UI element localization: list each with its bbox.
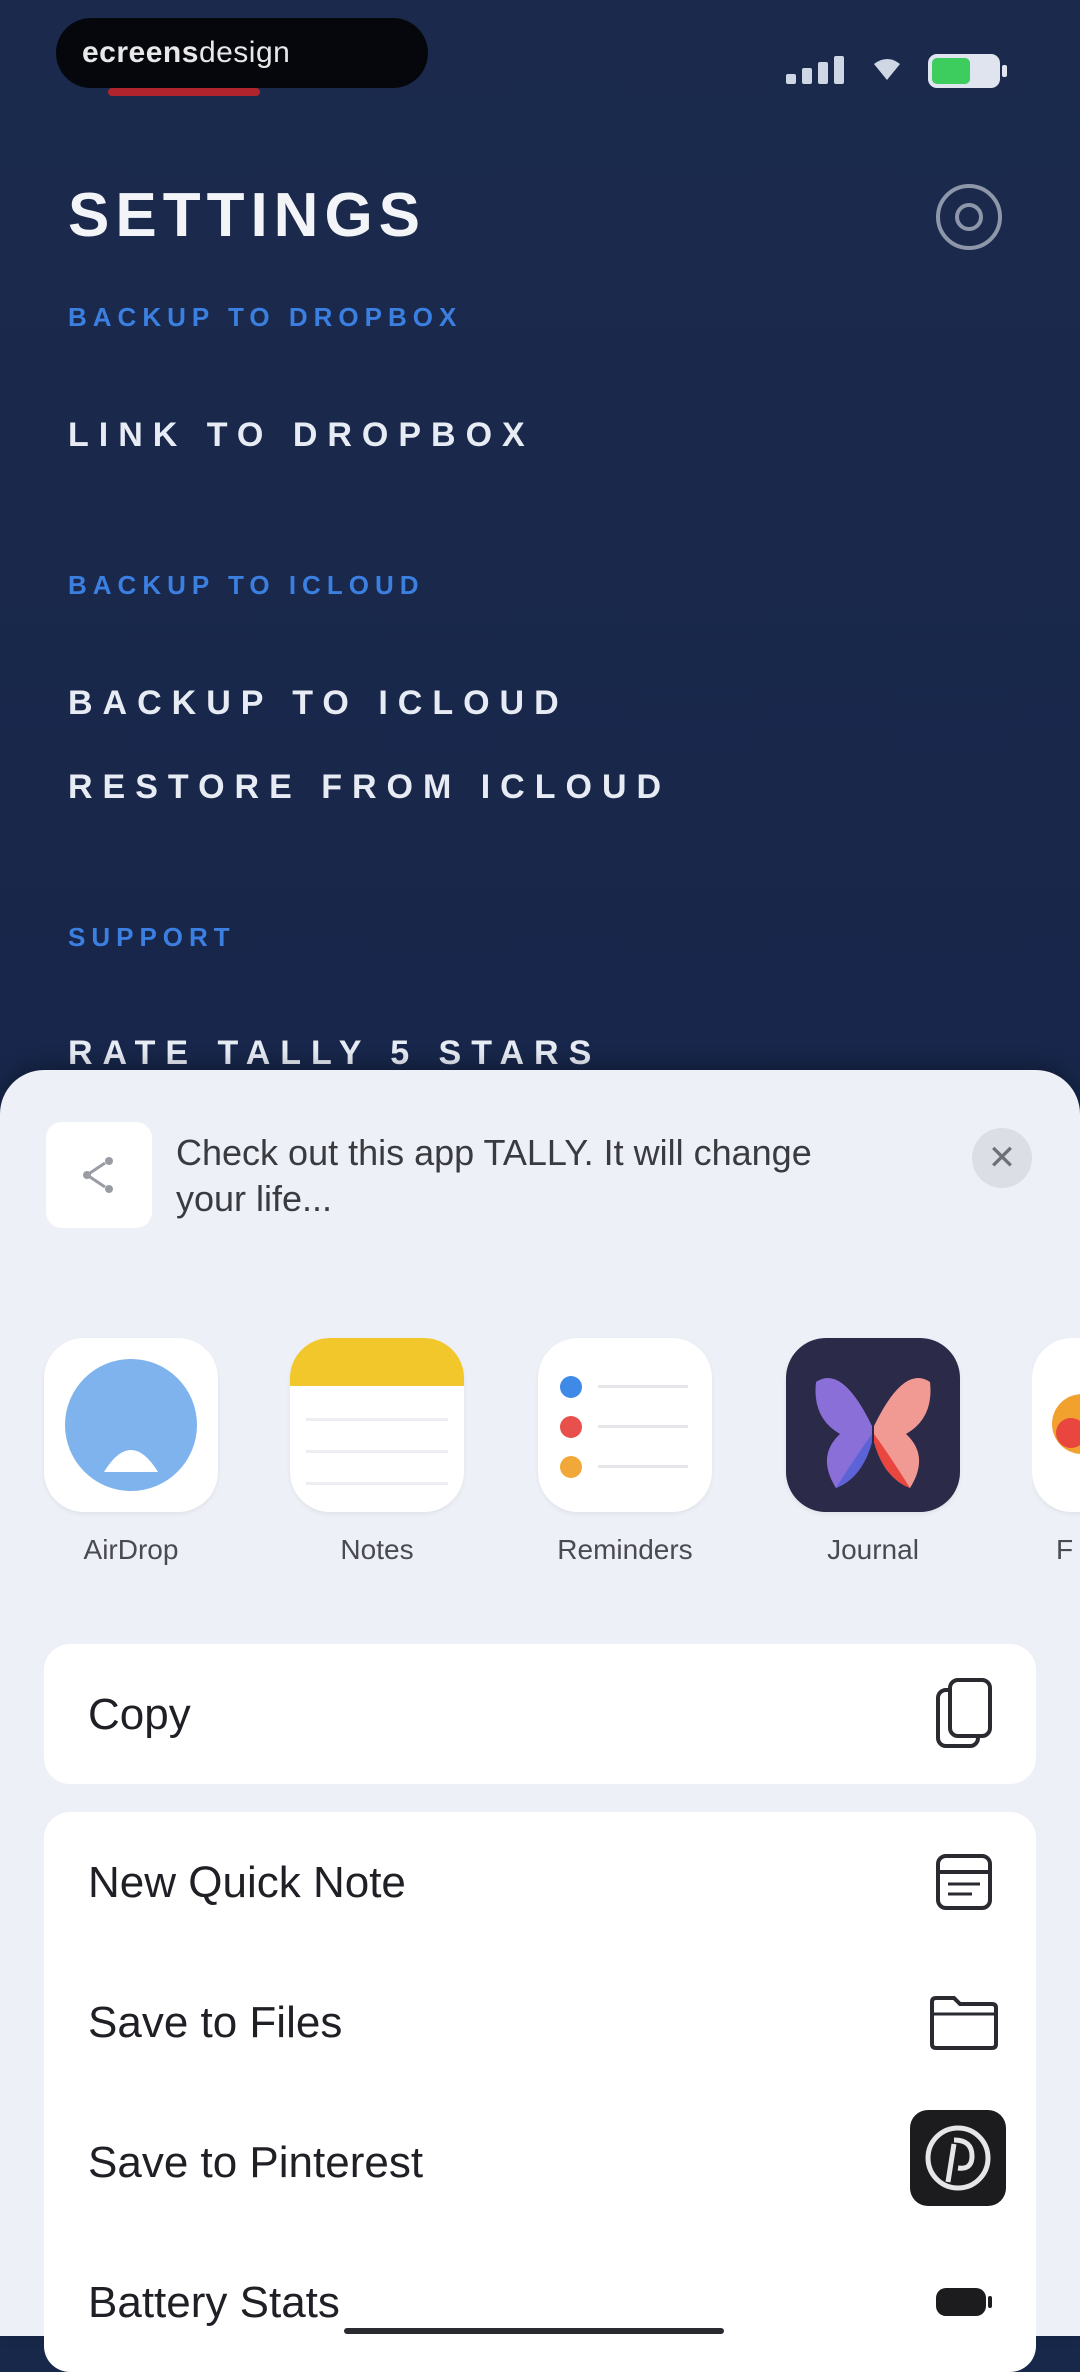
action-label: Save to Pinterest xyxy=(88,2138,424,2187)
wifi-icon xyxy=(874,59,900,80)
pill-brand-bold: ecreens xyxy=(82,36,199,69)
share-app-label: F xyxy=(1056,1534,1074,1565)
share-app-label: Notes xyxy=(340,1534,414,1565)
close-icon: ✕ xyxy=(987,1139,1017,1177)
progress-line xyxy=(344,2328,724,2334)
app-icon xyxy=(1032,1338,1080,1512)
cellular-signal-icon xyxy=(786,56,844,84)
pill-brand-light: design xyxy=(198,36,291,69)
share-message: Check out this app TALLY. It will change… xyxy=(176,1132,812,1219)
copy-icon xyxy=(922,1672,1006,1756)
share-app-label: Journal xyxy=(827,1534,919,1565)
share-app-notes[interactable]: Notes xyxy=(290,1338,464,1566)
copy-action[interactable]: Copy xyxy=(44,1644,1036,1784)
share-app-airdrop[interactable]: AirDrop xyxy=(44,1338,218,1566)
action-label: Save to Files xyxy=(88,1998,343,2047)
journal-icon xyxy=(786,1338,960,1512)
action-label: Copy xyxy=(88,1690,191,1739)
page-title: SETTINGS xyxy=(68,181,427,250)
action-label: New Quick Note xyxy=(88,1858,406,1907)
share-app-partial[interactable]: F xyxy=(1032,1338,1080,1566)
action-label: Battery Stats xyxy=(88,2278,340,2327)
pinterest-icon xyxy=(910,2110,1006,2206)
copy-card: Copy xyxy=(44,1644,1036,1784)
gear-icon[interactable] xyxy=(934,182,1004,252)
actions-card: New Quick Note Save to Files Save to Pin… xyxy=(44,1812,1036,2372)
share-app-label: AirDrop xyxy=(83,1534,179,1565)
close-button[interactable]: ✕ xyxy=(972,1128,1032,1188)
section-heading-dropbox: BACKUP TO DROPBOX xyxy=(68,302,463,332)
backup-icloud-item[interactable]: BACKUP TO ICLOUD xyxy=(68,684,569,723)
battery-icon xyxy=(922,2260,1006,2344)
battery-icon xyxy=(928,54,1007,88)
airdrop-icon xyxy=(44,1338,218,1512)
reminders-icon xyxy=(538,1338,712,1512)
link-dropbox-item[interactable]: LINK TO DROPBOX xyxy=(68,416,535,455)
section-heading-icloud: BACKUP TO ICLOUD xyxy=(68,570,425,600)
section-heading-support: SUPPORT xyxy=(68,922,236,952)
share-app-label: Reminders xyxy=(557,1534,693,1565)
share-sheet: Check out this app TALLY. It will change… xyxy=(0,1070,1080,2372)
save-to-files-action[interactable]: Save to Files xyxy=(44,1952,1036,2092)
share-app-journal[interactable]: Journal xyxy=(786,1338,960,1566)
share-app-reminders[interactable]: Reminders xyxy=(538,1338,712,1566)
battery-stats-action[interactable]: Battery Stats xyxy=(44,2232,1036,2372)
save-to-pinterest-action[interactable]: Save to Pinterest xyxy=(44,2092,1036,2232)
restore-icloud-item[interactable]: RESTORE FROM ICLOUD xyxy=(68,768,671,807)
pill-underline xyxy=(108,88,260,96)
notification-pill: ecreens design xyxy=(56,18,428,88)
notes-icon xyxy=(290,1338,464,1512)
share-icon xyxy=(83,1157,113,1193)
quick-note-icon xyxy=(922,1840,1006,1924)
new-quick-note-action[interactable]: New Quick Note xyxy=(44,1812,1036,1952)
folder-icon xyxy=(922,1980,1006,2064)
rate-app-item[interactable]: RATE TALLY 5 STARS xyxy=(68,1034,601,1073)
share-preview-thumbnail xyxy=(46,1122,152,1228)
